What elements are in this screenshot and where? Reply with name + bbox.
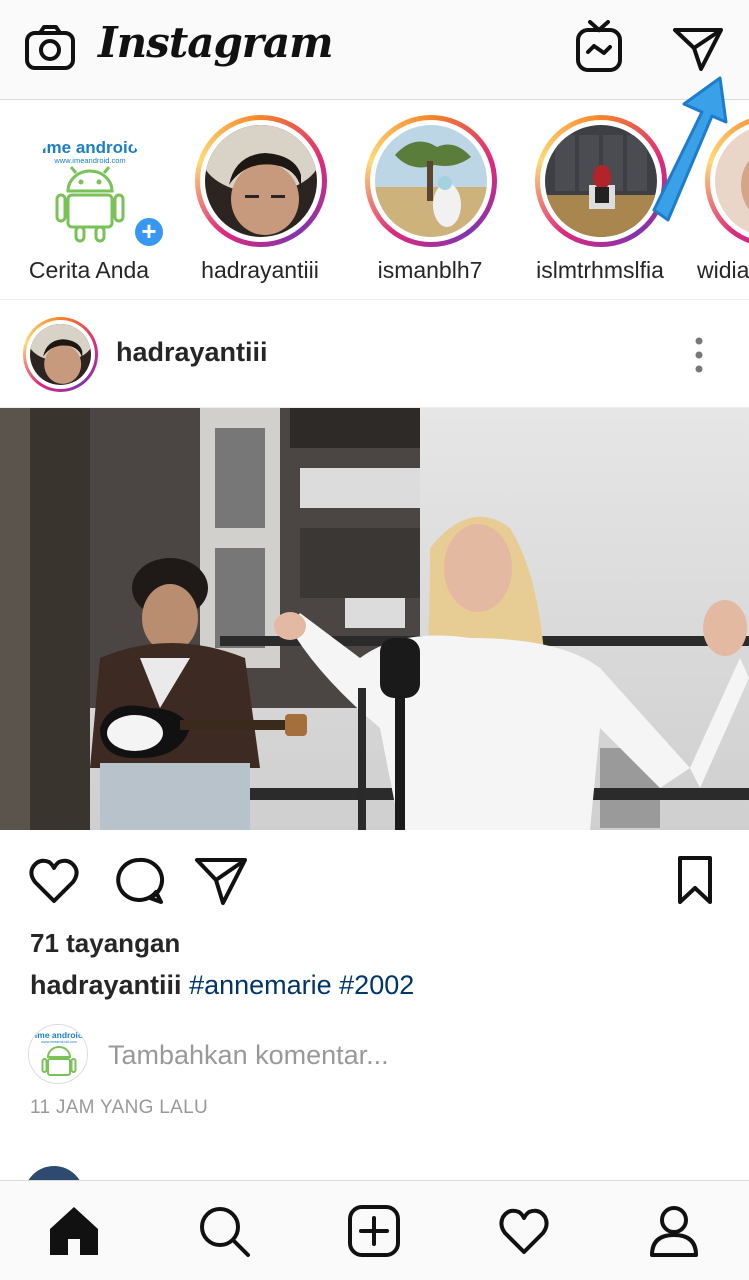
top-bar: Instagram (0, 0, 749, 100)
more-options-icon[interactable] (688, 336, 710, 374)
story-label: widia (697, 257, 749, 283)
view-count[interactable]: 71 tayangan (30, 928, 180, 959)
story-label: hadrayantiii (201, 257, 319, 283)
like-heart-icon[interactable] (27, 854, 81, 908)
caption-hashtags[interactable]: #annemarie #2002 (189, 970, 414, 1000)
svg-text:ime androio: ime androio (42, 138, 138, 157)
story-label: ismanblh7 (377, 257, 483, 283)
story-avatar (205, 125, 317, 237)
profile-icon[interactable] (646, 1203, 702, 1259)
post-timestamp: 11 JAM YANG LALU (30, 1097, 208, 1118)
stories-tray: ime androio www.imeandroid.com + Cerita … (0, 101, 749, 300)
new-post-icon[interactable] (346, 1203, 402, 1259)
igtv-icon[interactable] (575, 20, 623, 74)
story-label: islmtrhmslfia (536, 257, 664, 283)
add-story-button[interactable]: + (132, 215, 166, 249)
save-bookmark-icon[interactable] (668, 854, 722, 908)
post-media[interactable] (0, 408, 749, 830)
paper-plane-icon[interactable] (672, 24, 724, 72)
story-ring (195, 115, 327, 247)
camera-icon[interactable] (24, 24, 76, 72)
caption-username[interactable]: hadrayantiii (30, 970, 182, 1000)
video-frame (0, 408, 749, 830)
post-avatar[interactable] (23, 317, 98, 392)
post-actions (0, 830, 749, 930)
post-username[interactable]: hadrayantiii (116, 337, 268, 368)
svg-text:www.imeandroid.com: www.imeandroid.com (53, 156, 125, 165)
svg-text:www.imeandroid.com: www.imeandroid.com (41, 1040, 77, 1044)
add-comment-row[interactable]: ime androio www.imeandroid.com Tambahkan… (0, 1020, 749, 1090)
annotation-arrow (652, 76, 728, 222)
story-label: Cerita Anda (28, 257, 150, 283)
bottom-nav (0, 1180, 749, 1280)
share-paper-plane-icon[interactable] (194, 854, 248, 908)
activity-heart-icon[interactable] (496, 1203, 552, 1259)
story-ring (365, 115, 497, 247)
comment-input[interactable]: Tambahkan komentar... (108, 1040, 389, 1071)
post-header: hadrayantiii (0, 300, 749, 408)
comment-icon[interactable] (112, 854, 166, 908)
svg-text:ime androio: ime androio (35, 1030, 83, 1040)
home-icon[interactable] (46, 1203, 102, 1259)
app-logo: Instagram (98, 18, 334, 67)
story-avatar (375, 125, 487, 237)
post-caption: hadrayantiii #annemarie #2002 (30, 970, 414, 1001)
own-avatar: ime androio www.imeandroid.com (28, 1024, 88, 1084)
search-icon[interactable] (196, 1203, 252, 1259)
